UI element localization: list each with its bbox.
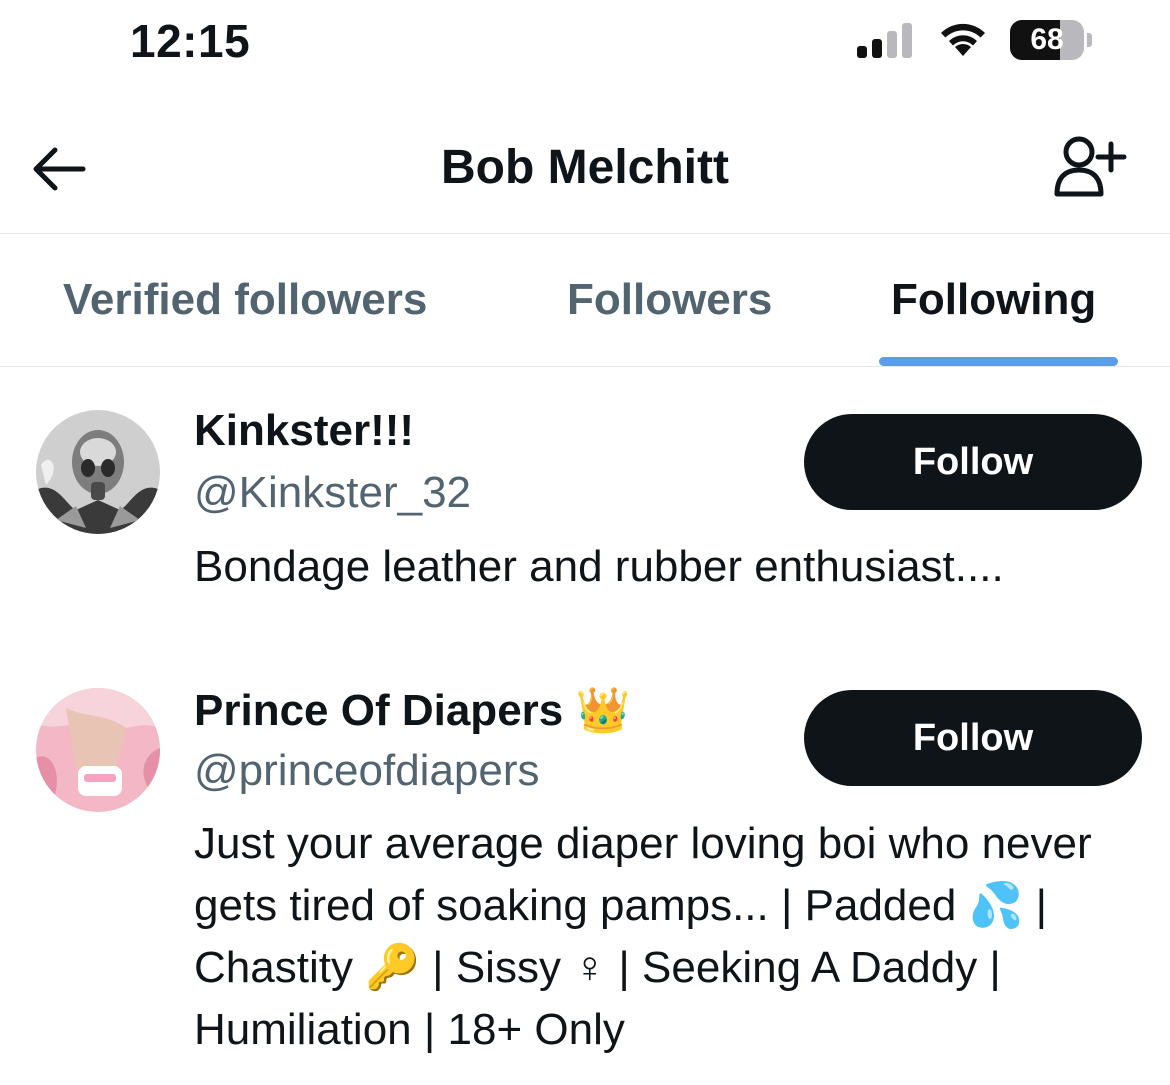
avatar[interactable] <box>36 410 160 534</box>
user-bio: Just your average diaper loving boi who … <box>194 819 1092 1054</box>
display-name[interactable]: Kinkster!!! <box>194 406 414 456</box>
display-name[interactable]: Prince Of Diapers 👑 <box>194 684 630 736</box>
wifi-icon <box>935 18 991 58</box>
follow-button[interactable]: Follow <box>804 690 1142 786</box>
profile-header: Bob Melchitt <box>0 100 1170 234</box>
battery-level-text: 68 <box>1030 23 1064 56</box>
avatar[interactable] <box>36 688 160 812</box>
status-bar: 12:15 68 <box>0 0 1170 90</box>
tab-bar: Verified followers Followers Following <box>0 235 1170 367</box>
user-handle[interactable]: @princeofdiapers <box>194 746 540 796</box>
battery-icon: 68 <box>1010 20 1084 60</box>
page-title: Bob Melchitt <box>441 141 729 194</box>
user-handle[interactable]: @Kinkster_32 <box>194 468 471 518</box>
battery-cap <box>1087 33 1092 47</box>
active-tab-indicator <box>879 357 1118 366</box>
tab-following[interactable]: Following <box>891 275 1096 325</box>
add-user-icon <box>1054 136 1127 197</box>
status-time: 12:15 <box>130 15 251 67</box>
user-list-item[interactable]: Prince Of Diapers 👑 @princeofdiapers Jus… <box>0 648 1170 1085</box>
user-list-item[interactable]: Kinkster!!! @Kinkster_32 Bondage leather… <box>0 368 1170 648</box>
follow-button[interactable]: Follow <box>804 414 1142 510</box>
tab-verified-followers[interactable]: Verified followers <box>63 275 427 325</box>
user-bio: Bondage leather and rubber enthusiast...… <box>194 542 1004 591</box>
add-user-button[interactable] <box>1045 130 1135 206</box>
signal-icon <box>857 22 915 58</box>
tab-followers[interactable]: Followers <box>567 275 772 325</box>
